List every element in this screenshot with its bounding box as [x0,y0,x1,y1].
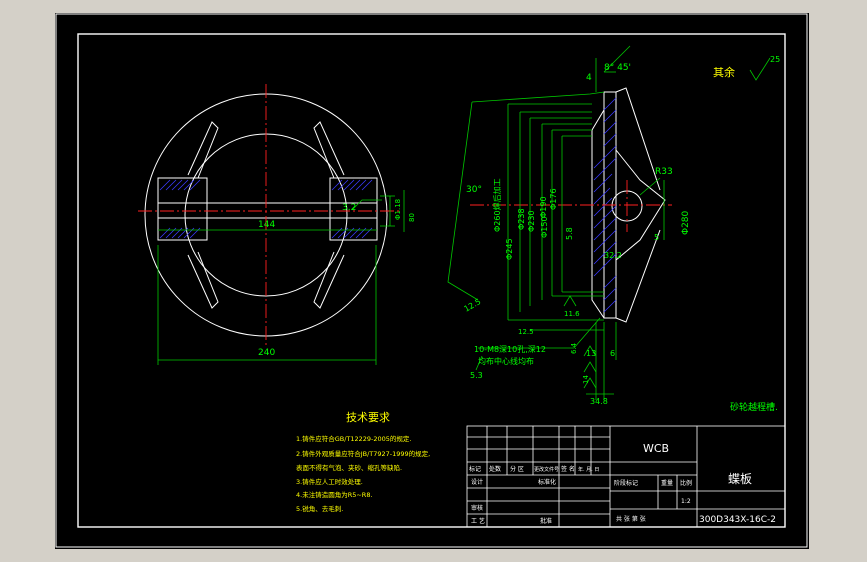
row-standard: 标准化 [538,478,556,486]
dim-phi230: Φ230 [527,210,536,232]
hdr-zone: 分 区 [510,465,524,473]
dim-144: 144 [258,220,275,230]
dim-5-8: 5.8 [565,227,574,240]
dim-11-6: 11.6 [564,310,580,318]
dim-phi176: Φ176 [549,188,558,210]
tech-item-1: 1.铸件应符合GB/T12229-2005的规定. [296,434,412,443]
angle-side: 30° [466,185,482,195]
material-label: WCB [643,442,669,455]
row-process: 工 艺 [471,517,485,525]
dim-5: 5 [654,233,659,242]
dim-phi150: Φ150 [540,216,549,238]
roughness-value: 25 [770,55,780,64]
row-stage: 阶段标记 [614,479,638,487]
hdr-date: 年. 月. 日 [578,466,599,473]
dim-hole: Φ1.18 [394,199,402,220]
tech-heading: 技术要求 [346,411,390,424]
hole-note-1: 10-M8深10孔,深12 [474,345,546,354]
hdr-count: 处数 [489,465,501,473]
row-sheets: 共 张 第 张 [616,515,646,523]
scale-value: 1:2 [681,498,691,505]
angle-top: 8° 45' [604,63,631,73]
drawing-number: 300D343X-16C-2 [699,515,776,525]
dim-phi238: Φ238 [517,208,526,230]
cad-viewport: 144 240 3.2 Φ1.18 80 8° 45' 4 30° R33 Φ2… [0,0,867,562]
hole-note-2: 均布中心线均布 [478,356,534,366]
tech-item-5: 4.未注铸造圆角为R5~R8. [296,490,373,499]
row-audit: 审核 [471,504,483,512]
dim-6: 6 [610,349,615,358]
vert-note: Φ260焊后加工 [492,178,502,232]
dim-phi190: Φ190 [539,196,548,218]
dim-4: 4 [586,73,592,83]
break-note: 砂轮越程槽. [730,401,778,413]
dim-side: 80 [408,213,416,222]
row-ratio: 比例 [680,479,692,487]
dim-r33: R33 [655,167,673,177]
part-name: 蝶板 [728,471,752,486]
dim-32-2: 32.2 [604,251,622,260]
dim-240: 240 [258,348,275,358]
dim-phi280: Φ280 [681,210,691,235]
dim-6-4: 6.4 [570,342,578,354]
dim-13: 13 [586,349,596,358]
tech-item-6: 5.锐角、去毛刺. [296,504,343,513]
tech-item-4: 3.铸件应人工时效处理. [296,477,363,486]
row-weight: 重量 [661,479,673,487]
dim-14: 14 [582,375,590,384]
roughness-rest-label: 其余 [713,65,735,79]
dim-3-2: 3.2 [342,203,356,213]
dim-12-5b: 12.5 [518,328,534,336]
dim-34-8: 34.8 [590,397,608,406]
hdr-sign: 签 名 [561,465,575,473]
drawing-svg: 144 240 3.2 Φ1.18 80 8° 45' 4 30° R33 Φ2… [55,13,809,549]
drawing-canvas [55,13,809,549]
tech-item-2: 2.铸件外观质量应符合JB/T7927-1999的规定, [296,449,430,458]
dim-phi245: Φ245 [505,238,514,260]
row-design: 设计 [471,478,483,486]
row-approve: 批准 [540,517,552,525]
tech-item-3: 表面不得有气泡、夹砂、缩孔等缺陷. [296,463,402,472]
hdr-mark: 标记 [469,465,481,473]
hdr-docno: 更改文件号 [534,466,559,473]
dim-5-3: 5.3 [470,371,483,380]
